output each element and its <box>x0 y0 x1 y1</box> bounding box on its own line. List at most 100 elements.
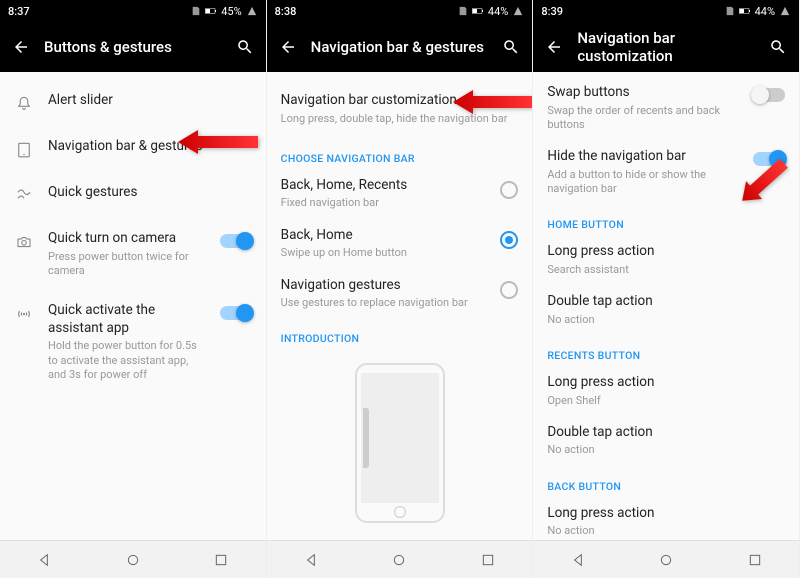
battery-pct: 44% <box>488 5 508 18</box>
nav-back-icon[interactable] <box>570 552 586 568</box>
header: Navigation bar customization <box>533 22 799 72</box>
nav-home-icon[interactable] <box>125 552 141 568</box>
item-title: Alert slider <box>48 92 252 110</box>
status-bar: 8:37 45% <box>0 0 266 22</box>
toggle-quick-assistant[interactable] <box>220 306 252 320</box>
battery-icon <box>205 6 217 16</box>
item-title: Quick gestures <box>48 184 252 202</box>
status-bar: 8:39 44% <box>533 0 799 22</box>
battery-icon <box>739 6 751 16</box>
page-title: Navigation bar & gestures <box>311 38 489 56</box>
item-hide-nav-bar[interactable]: Hide the navigation bar Add a button to … <box>533 140 799 204</box>
section-back-button: BACK BUTTON <box>533 466 799 497</box>
item-title: Swap buttons <box>547 84 739 102</box>
item-title: Navigation gestures <box>281 277 487 295</box>
item-sub: Open Shelf <box>547 394 785 408</box>
radio-icon[interactable] <box>500 231 518 249</box>
back-arrow-icon[interactable] <box>12 38 30 56</box>
search-icon[interactable] <box>236 38 254 56</box>
nav-home-icon[interactable] <box>658 552 674 568</box>
status-time: 8:39 <box>541 5 563 18</box>
item-title: Long press action <box>547 374 785 392</box>
status-bar: 8:38 44% <box>267 0 533 22</box>
nav-back-icon[interactable] <box>36 552 52 568</box>
search-icon[interactable] <box>769 38 787 56</box>
back-arrow-icon[interactable] <box>545 38 563 56</box>
settings-list: Alert slider Navigation bar & gestures Q… <box>0 72 266 540</box>
settings-list: Swap buttons Swap the order of recents a… <box>533 72 799 540</box>
item-sub: No action <box>547 443 785 457</box>
item-quick-camera[interactable]: Quick turn on camera Press power button … <box>0 218 266 290</box>
broadcast-icon <box>14 304 34 324</box>
item-sub: Hold the power button for 0.5s to activa… <box>48 339 206 382</box>
item-title: Double tap action <box>547 293 785 311</box>
panel-nav-bar-gestures: 8:38 44% Navigation bar & gestures Navig… <box>267 0 534 578</box>
item-home-long-press[interactable]: Long press action Search assistant <box>533 235 799 285</box>
nav-bar <box>267 540 533 578</box>
battery-pct: 44% <box>755 5 775 18</box>
item-sub: Swap the order of recents and back butto… <box>547 104 739 133</box>
back-arrow-icon[interactable] <box>279 38 297 56</box>
item-title: Quick turn on camera <box>48 230 206 248</box>
item-recents-double-tap[interactable]: Double tap action No action <box>533 416 799 466</box>
item-quick-gestures[interactable]: Quick gestures <box>0 172 266 218</box>
status-time: 8:37 <box>8 5 30 18</box>
item-alert-slider[interactable]: Alert slider <box>0 80 266 126</box>
nav-back-icon[interactable] <box>303 552 319 568</box>
item-recents-long-press[interactable]: Long press action Open Shelf <box>533 366 799 416</box>
item-title: Back, Home, Recents <box>281 177 487 195</box>
item-title: Hide the navigation bar <box>547 148 739 166</box>
item-home-double-tap[interactable]: Double tap action No action <box>533 285 799 335</box>
nav-recents-icon[interactable] <box>747 552 763 568</box>
intro-phone-illustration <box>355 363 445 523</box>
nav-home-icon[interactable] <box>391 552 407 568</box>
item-nav-bar-gestures[interactable]: Navigation bar & gestures <box>0 126 266 172</box>
item-title: Navigation bar customization <box>281 92 519 110</box>
item-sub: No action <box>547 524 785 538</box>
toggle-quick-camera[interactable] <box>220 234 252 248</box>
item-back-long-press[interactable]: Long press action No action <box>533 497 799 540</box>
item-sub: Swipe up on Home button <box>281 246 487 260</box>
status-right: 44% <box>458 5 524 18</box>
gesture-icon <box>14 186 34 206</box>
section-introduction: INTRODUCTION <box>267 318 533 349</box>
camera-icon <box>14 232 34 252</box>
radio-icon[interactable] <box>500 181 518 199</box>
signal-icon <box>779 6 791 16</box>
item-sub: Search assistant <box>547 263 785 277</box>
status-right: 45% <box>191 5 257 18</box>
item-sub: Use gestures to replace navigation bar <box>281 296 487 310</box>
sim-icon <box>725 6 735 16</box>
item-quick-assistant[interactable]: Quick activate the assistant app Hold th… <box>0 290 266 394</box>
nav-recents-icon[interactable] <box>480 552 496 568</box>
toggle-swap[interactable] <box>753 88 785 102</box>
nav-recents-icon[interactable] <box>213 552 229 568</box>
status-time: 8:38 <box>275 5 297 18</box>
toggle-hide-nav[interactable] <box>753 152 785 166</box>
radio-icon[interactable] <box>500 281 518 299</box>
signal-icon <box>512 6 524 16</box>
item-nav-customization[interactable]: Navigation bar customization Long press,… <box>267 80 533 138</box>
header: Buttons & gestures <box>0 22 266 72</box>
item-title: Back, Home <box>281 227 487 245</box>
section-choose-nav: CHOOSE NAVIGATION BAR <box>267 138 533 169</box>
signal-icon <box>246 6 258 16</box>
item-title: Quick activate the assistant app <box>48 302 206 337</box>
status-right: 44% <box>725 5 791 18</box>
item-swap-buttons[interactable]: Swap buttons Swap the order of recents a… <box>533 76 799 140</box>
radio-back-home[interactable]: Back, Home Swipe up on Home button <box>267 219 533 269</box>
section-home-button: HOME BUTTON <box>533 204 799 235</box>
item-sub: Add a button to hide or show the navigat… <box>547 168 739 197</box>
search-icon[interactable] <box>502 38 520 56</box>
item-title: Long press action <box>547 243 785 261</box>
section-recents-button: RECENTS BUTTON <box>533 335 799 366</box>
item-title: Long press action <box>547 505 785 523</box>
item-title: Navigation bar & gestures <box>48 138 252 156</box>
battery-icon <box>472 6 484 16</box>
radio-back-home-recents[interactable]: Back, Home, Recents Fixed navigation bar <box>267 169 533 219</box>
bell-icon <box>14 94 34 114</box>
radio-nav-gestures[interactable]: Navigation gestures Use gestures to repl… <box>267 269 533 319</box>
page-title: Buttons & gestures <box>44 38 222 56</box>
nav-bar <box>0 540 266 578</box>
battery-pct: 45% <box>221 5 241 18</box>
